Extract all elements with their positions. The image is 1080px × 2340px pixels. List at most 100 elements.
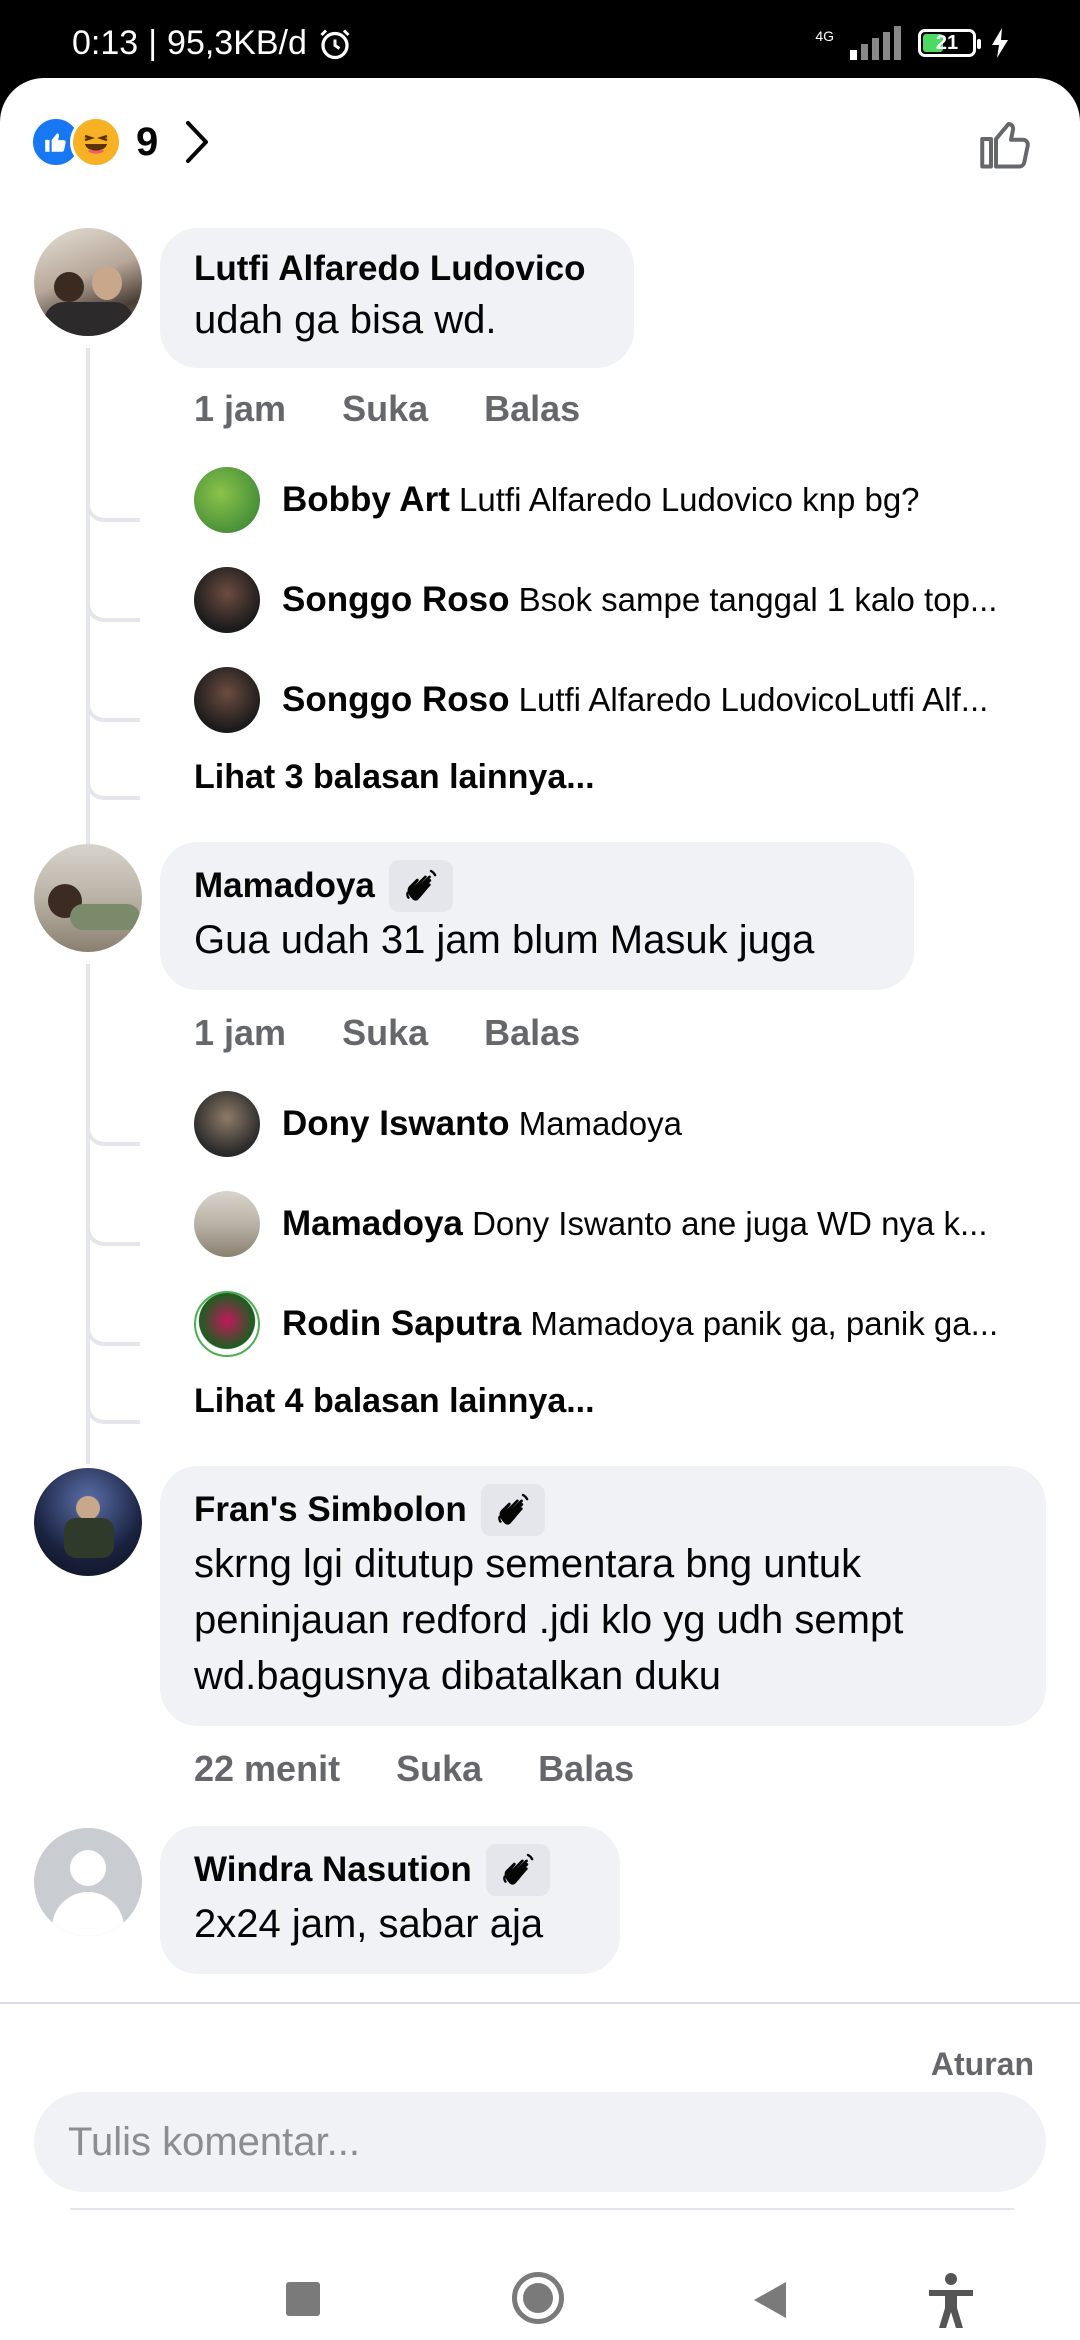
commenter-name[interactable]: Lutfi Alfaredo Ludovico bbox=[194, 246, 600, 292]
comment-text: Gua udah 31 jam blum Masuk juga bbox=[194, 918, 815, 962]
charging-icon bbox=[992, 28, 1008, 58]
comment-bubble: Lutfi Alfaredo Ludovico udah ga bisa wd. bbox=[160, 228, 634, 368]
comment-bubble: Mamadoya Gua udah 31 jam blum Masuk juga bbox=[160, 842, 914, 990]
commenter-name-text: Lutfi Alfaredo Ludovico bbox=[194, 249, 586, 288]
avatar bbox=[194, 467, 260, 533]
comment-bubble: Fran's Simbolon skrng lgi ditutup sement… bbox=[160, 1466, 1046, 1726]
avatar[interactable] bbox=[34, 844, 142, 952]
thread-hook bbox=[86, 600, 140, 622]
signal-icon bbox=[850, 26, 901, 60]
comment-text: 2x24 jam, sabar aja bbox=[194, 1902, 544, 1946]
reply-body: Mamadoya bbox=[518, 1105, 682, 1142]
battery-icon: 21 bbox=[918, 29, 981, 57]
status-time: 0:13 bbox=[72, 24, 139, 62]
thread-hook bbox=[86, 1224, 140, 1246]
status-separator: | bbox=[148, 24, 158, 62]
comment-text: udah ga bisa wd. bbox=[194, 298, 497, 342]
back-icon[interactable] bbox=[752, 2280, 788, 2325]
recents-icon[interactable] bbox=[286, 2282, 320, 2316]
avatar[interactable] bbox=[34, 1828, 142, 1936]
reaction-summary[interactable]: 9 bbox=[30, 116, 210, 168]
reply-link[interactable]: Balas bbox=[538, 1748, 634, 1790]
reply-body: Dony Iswanto ane juga WD nya k... bbox=[472, 1205, 988, 1242]
reply-item[interactable]: Bobby Art Lutfi Alfaredo Ludovico knp bg… bbox=[194, 467, 1054, 533]
avatar bbox=[194, 1291, 260, 1357]
home-icon[interactable] bbox=[512, 2272, 564, 2324]
reply-text: Bobby Art Lutfi Alfaredo Ludovico knp bg… bbox=[282, 480, 920, 520]
avatar bbox=[194, 667, 260, 733]
thread-line bbox=[86, 348, 90, 848]
comment-input[interactable]: Tulis komentar... bbox=[34, 2092, 1046, 2192]
thread-hook bbox=[86, 1402, 140, 1424]
reply-item[interactable]: Mamadoya Dony Iswanto ane juga WD nya k.… bbox=[194, 1191, 1054, 1257]
reply-name: Songgo Roso bbox=[282, 680, 510, 719]
reply-name: Songgo Roso bbox=[282, 580, 510, 619]
comment-input-placeholder: Tulis komentar... bbox=[68, 2119, 360, 2164]
input-divider bbox=[70, 2208, 1014, 2210]
waving-hand-icon bbox=[388, 860, 453, 912]
reply-name: Rodin Saputra bbox=[282, 1304, 522, 1343]
status-right: 4G 21 bbox=[815, 26, 1010, 60]
thread-hook bbox=[86, 700, 140, 722]
comment-time: 1 jam bbox=[194, 1012, 287, 1053]
thread-hook bbox=[86, 500, 140, 522]
comment-actions: 1 jam Suka Balas bbox=[194, 1012, 580, 1054]
comments-sheet: 9 Lutfi Alfaredo Ludovico udah ga bisa w… bbox=[0, 78, 1080, 2340]
view-more-replies[interactable]: Lihat 4 balasan lainnya... bbox=[194, 1382, 595, 1421]
reply-name: Mamadoya bbox=[282, 1204, 463, 1243]
status-left: 0:13 | 95,3KB/d bbox=[72, 24, 353, 63]
waving-hand-icon bbox=[480, 1484, 545, 1536]
network-type: 4G bbox=[815, 28, 834, 44]
accessibility-icon[interactable] bbox=[926, 2272, 976, 2335]
reply-body: Mamadoya panik ga, panik ga... bbox=[530, 1305, 999, 1342]
view-more-replies[interactable]: Lihat 3 balasan lainnya... bbox=[194, 758, 595, 797]
avatar bbox=[194, 1091, 260, 1157]
reply-item[interactable]: Songgo Roso Lutfi Alfaredo LudovicoLutfi… bbox=[194, 667, 1054, 733]
commenter-name[interactable]: Mamadoya bbox=[194, 860, 880, 912]
commenter-name[interactable]: Windra Nasution bbox=[194, 1844, 586, 1896]
commenter-name-text: Mamadoya bbox=[194, 866, 375, 905]
avatar[interactable] bbox=[34, 228, 142, 336]
status-bar: 0:13 | 95,3KB/d 4G 21 bbox=[0, 0, 1080, 90]
reply-text: Songgo Roso Bsok sampe tanggal 1 kalo to… bbox=[282, 580, 997, 620]
reply-link[interactable]: Balas bbox=[484, 1012, 580, 1054]
chevron-right-icon[interactable] bbox=[184, 119, 210, 165]
reaction-count: 9 bbox=[136, 119, 159, 164]
haha-icon bbox=[70, 116, 122, 168]
thread-line bbox=[86, 964, 90, 1464]
reply-body: Bsok sampe tanggal 1 kalo top... bbox=[518, 581, 998, 618]
reply-body: Lutfi Alfaredo Ludovico knp bg? bbox=[459, 481, 920, 518]
reply-text: Mamadoya Dony Iswanto ane juga WD nya k.… bbox=[282, 1204, 988, 1244]
comment-actions: 22 menit Suka Balas bbox=[194, 1748, 634, 1790]
like-link[interactable]: Suka bbox=[396, 1748, 482, 1790]
commenter-name-text: Windra Nasution bbox=[194, 1850, 472, 1889]
avatar bbox=[194, 1191, 260, 1257]
comment-bubble: Windra Nasution 2x24 jam, sabar aja bbox=[160, 1826, 620, 1974]
commenter-name-text: Fran's Simbolon bbox=[194, 1490, 467, 1529]
like-link[interactable]: Suka bbox=[342, 1012, 428, 1054]
footer-divider bbox=[0, 2002, 1080, 2004]
comment-text: skrng lgi ditutup sementara bng untuk pe… bbox=[194, 1542, 904, 1698]
battery-level: 21 bbox=[935, 32, 959, 54]
reply-item[interactable]: Songgo Roso Bsok sampe tanggal 1 kalo to… bbox=[194, 567, 1054, 633]
like-link[interactable]: Suka bbox=[342, 388, 428, 430]
thread-hook bbox=[86, 1324, 140, 1346]
reply-text: Songgo Roso Lutfi Alfaredo LudovicoLutfi… bbox=[282, 680, 988, 720]
rules-link[interactable]: Aturan bbox=[931, 2046, 1034, 2083]
status-speed: 95,3KB/d bbox=[167, 24, 307, 62]
reply-link[interactable]: Balas bbox=[484, 388, 580, 430]
system-nav-bar bbox=[0, 2258, 1080, 2340]
comment-time: 22 menit bbox=[194, 1748, 341, 1789]
commenter-name[interactable]: Fran's Simbolon bbox=[194, 1484, 1012, 1536]
alarm-icon bbox=[320, 28, 350, 59]
reply-item[interactable]: Rodin Saputra Mamadoya panik ga, panik g… bbox=[194, 1291, 1054, 1357]
comment-actions: 1 jam Suka Balas bbox=[194, 388, 580, 430]
reply-text: Dony Iswanto Mamadoya bbox=[282, 1104, 682, 1144]
reply-name: Bobby Art bbox=[282, 480, 450, 519]
reply-text: Rodin Saputra Mamadoya panik ga, panik g… bbox=[282, 1304, 998, 1344]
reply-body: Lutfi Alfaredo LudovicoLutfi Alf... bbox=[518, 681, 989, 718]
avatar[interactable] bbox=[34, 1468, 142, 1576]
thread-hook bbox=[86, 778, 140, 800]
like-button-icon[interactable] bbox=[976, 114, 1036, 174]
reply-item[interactable]: Dony Iswanto Mamadoya bbox=[194, 1091, 1054, 1157]
